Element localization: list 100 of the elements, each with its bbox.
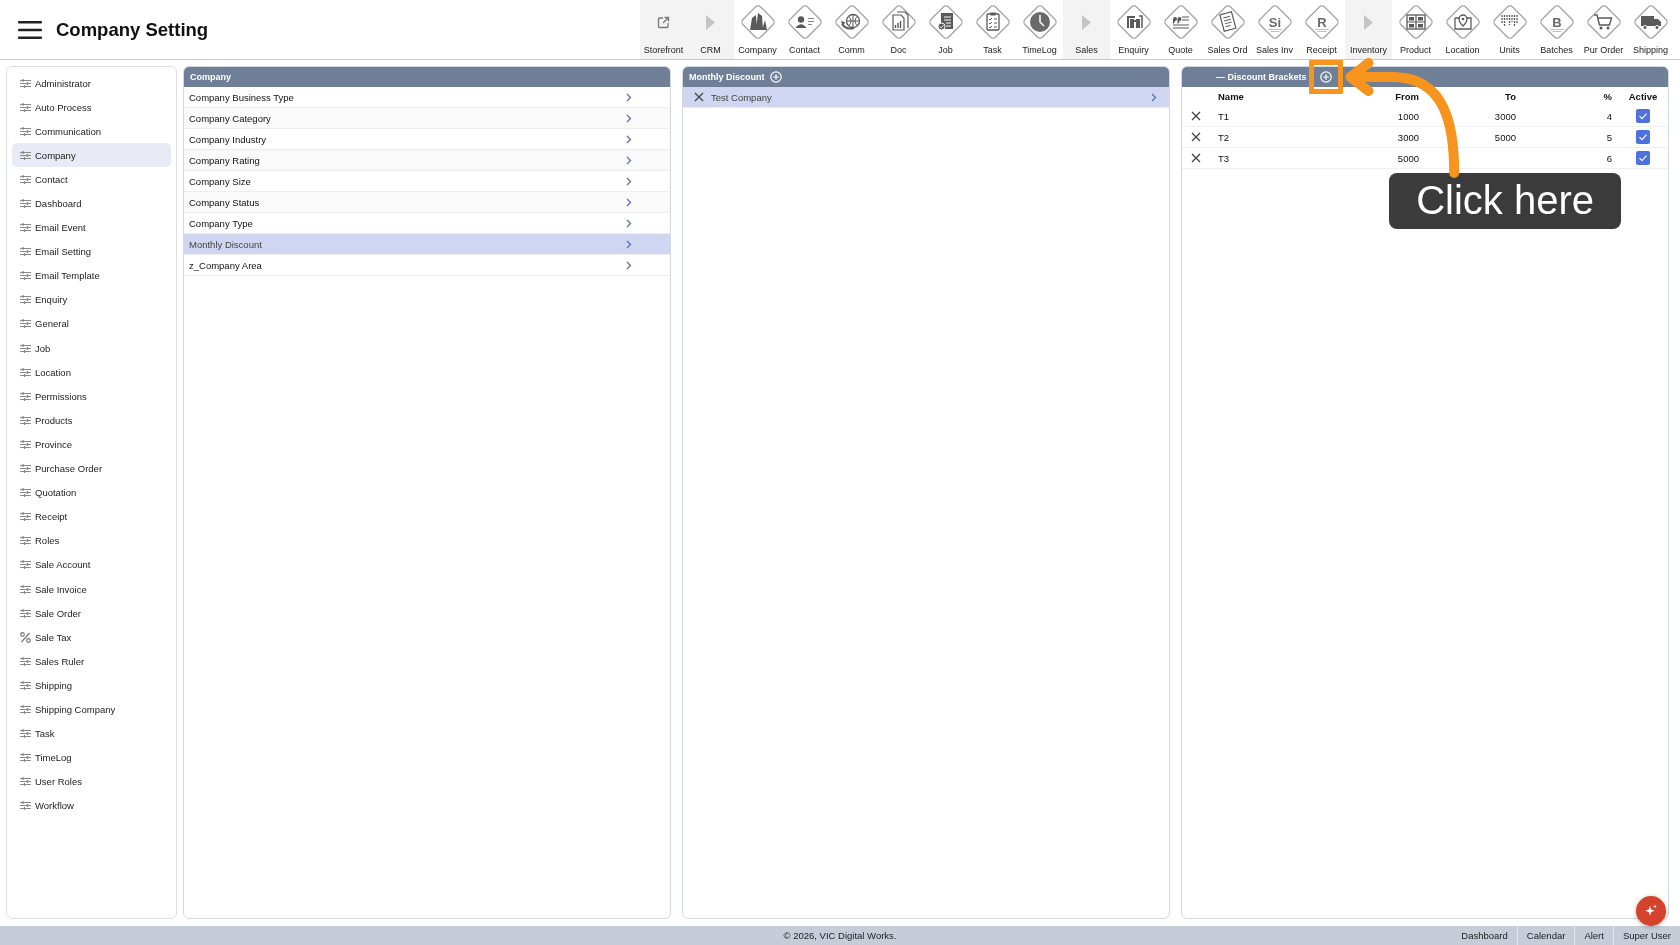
list-item[interactable]: Company Rating	[184, 150, 670, 171]
add-icon[interactable]	[1319, 71, 1332, 83]
sliders-icon	[20, 150, 31, 160]
toolbar-button[interactable]: Company	[734, 0, 781, 59]
list-item[interactable]: z_Company Area	[184, 255, 670, 276]
sidebar-item[interactable]: Enquiry	[12, 287, 171, 312]
sliders-icon	[20, 536, 31, 546]
table-cell: 3000	[1494, 110, 1516, 122]
list-item[interactable]: Company Status	[184, 192, 670, 213]
column-header: From	[1395, 91, 1419, 102]
chevron-right-icon	[626, 155, 632, 165]
footer-link[interactable]: Alert	[1574, 926, 1613, 945]
toolbar-button[interactable]: Contact	[781, 0, 828, 59]
sidebar-item[interactable]: Quotation	[12, 480, 171, 505]
sidebar-item[interactable]: Email Event	[12, 215, 171, 240]
column-header: %	[1603, 91, 1612, 102]
close-icon[interactable]	[1191, 111, 1201, 121]
sliders-icon	[20, 126, 31, 136]
panel-title: Monthly Discount	[689, 72, 765, 82]
toolbar-button[interactable]: Comm	[828, 0, 875, 59]
sidebar-item[interactable]: Sale Tax	[12, 625, 171, 650]
toolbar-button[interactable]: R Receipt	[1298, 0, 1345, 59]
sidebar-item[interactable]: Shipping Company	[12, 697, 171, 722]
close-icon[interactable]	[1191, 132, 1201, 142]
sidebar-item[interactable]: Purchase Order	[12, 456, 171, 481]
page-title: Company Setting	[56, 18, 209, 41]
sidebar-item[interactable]: Sale Order	[12, 601, 171, 626]
chevron-right-icon	[626, 176, 632, 186]
sidebar-item[interactable]: Sales Ruler	[12, 649, 171, 674]
sidebar-item[interactable]: Receipt	[12, 504, 171, 529]
chevron-right-icon	[626, 218, 632, 228]
toolbar-button[interactable]: Location	[1439, 0, 1486, 59]
chevron-right-icon	[626, 197, 632, 207]
table-cell: 4	[1606, 110, 1612, 122]
table-cell: T2	[1218, 131, 1230, 143]
toolbar-button[interactable]: CRM	[687, 0, 734, 59]
highlight-frame	[1308, 60, 1343, 94]
list-item[interactable]: Company Category	[184, 108, 670, 129]
toolbar-button[interactable]: Job	[922, 0, 969, 59]
sidebar-item[interactable]: Communication	[12, 119, 171, 144]
toolbar-button[interactable]: Sales Ord	[1204, 0, 1251, 59]
checkbox[interactable]	[1636, 130, 1650, 144]
checkbox[interactable]	[1636, 151, 1650, 165]
percent-icon	[20, 631, 31, 643]
list-item[interactable]: Test Company	[683, 87, 1169, 108]
sliders-icon	[20, 777, 31, 787]
sidebar-item[interactable]: TimeLog	[12, 745, 171, 770]
sidebar-item[interactable]: Province	[12, 432, 171, 457]
menu-icon[interactable]	[18, 20, 42, 39]
footer-link[interactable]: Calendar	[1516, 926, 1575, 945]
sidebar-item[interactable]: Location	[12, 360, 171, 385]
sidebar-item[interactable]: User Roles	[12, 769, 171, 794]
add-icon[interactable]	[769, 71, 782, 83]
sliders-icon	[20, 560, 31, 570]
toolbar-button[interactable]: Product	[1392, 0, 1439, 59]
sidebar-item[interactable]: Auto Process	[12, 95, 171, 120]
toolbar-button[interactable]: Quote	[1157, 0, 1204, 59]
sidebar-item[interactable]: Company	[12, 143, 171, 168]
sidebar-item[interactable]: Email Setting	[12, 239, 171, 264]
sliders-icon	[20, 174, 31, 184]
toolbar-button[interactable]: Units	[1486, 0, 1533, 59]
toolbar-button[interactable]: Inventory	[1345, 0, 1392, 59]
sidebar-item[interactable]: Shipping	[12, 673, 171, 698]
external-link-icon[interactable]	[657, 15, 670, 29]
sidebar-item[interactable]: Sale Invoice	[12, 576, 171, 602]
sidebar-item[interactable]: Task	[12, 721, 171, 746]
sidebar-item[interactable]: Job	[12, 336, 171, 361]
sliders-icon	[20, 680, 31, 690]
chevron-right-icon	[1151, 92, 1157, 102]
toolbar-button[interactable]: B Batches	[1533, 0, 1580, 59]
sliders-icon	[20, 102, 31, 112]
toolbar-button[interactable]: Shipping	[1627, 0, 1674, 59]
toolbar-button[interactable]: Pur Order	[1580, 0, 1627, 59]
footer-link[interactable]: Super User	[1612, 926, 1680, 945]
checkbox[interactable]	[1636, 109, 1650, 123]
footer-link[interactable]: Dashboard	[1452, 926, 1517, 945]
sidebar-item[interactable]: Contact	[12, 167, 171, 192]
column-header: Active	[1628, 91, 1658, 102]
sliders-icon	[20, 271, 31, 281]
toolbar-button[interactable]: Si Sales Inv	[1251, 0, 1298, 59]
sidebar-item[interactable]: Workflow	[12, 793, 171, 818]
toolbar-button[interactable]: Sales	[1063, 0, 1110, 59]
close-icon[interactable]	[1191, 153, 1201, 163]
toolbar-button[interactable]: Task	[969, 0, 1016, 59]
sidebar-item[interactable]: Administrator	[12, 71, 171, 96]
toolbar-button[interactable]: Enquiry	[1110, 0, 1157, 59]
list-item[interactable]: Monthly Discount	[184, 234, 670, 255]
sidebar-item[interactable]: Roles	[12, 528, 171, 553]
sidebar-item[interactable]: Permissions	[12, 384, 171, 409]
toolbar-button[interactable]: TimeLog	[1016, 0, 1063, 59]
sidebar-item[interactable]: General	[12, 311, 171, 337]
toolbar-button[interactable]: Storefront	[640, 0, 687, 59]
toolbar-button[interactable]: Doc	[875, 0, 922, 59]
sidebar-item[interactable]: Sale Account	[12, 552, 171, 577]
sidebar-item[interactable]: Email Template	[12, 263, 171, 288]
sliders-icon	[20, 343, 31, 353]
close-icon[interactable]	[694, 92, 704, 102]
sparkle-button[interactable]	[1636, 896, 1666, 926]
sidebar-item[interactable]: Products	[12, 408, 171, 433]
sidebar-item[interactable]: Dashboard	[12, 191, 171, 216]
